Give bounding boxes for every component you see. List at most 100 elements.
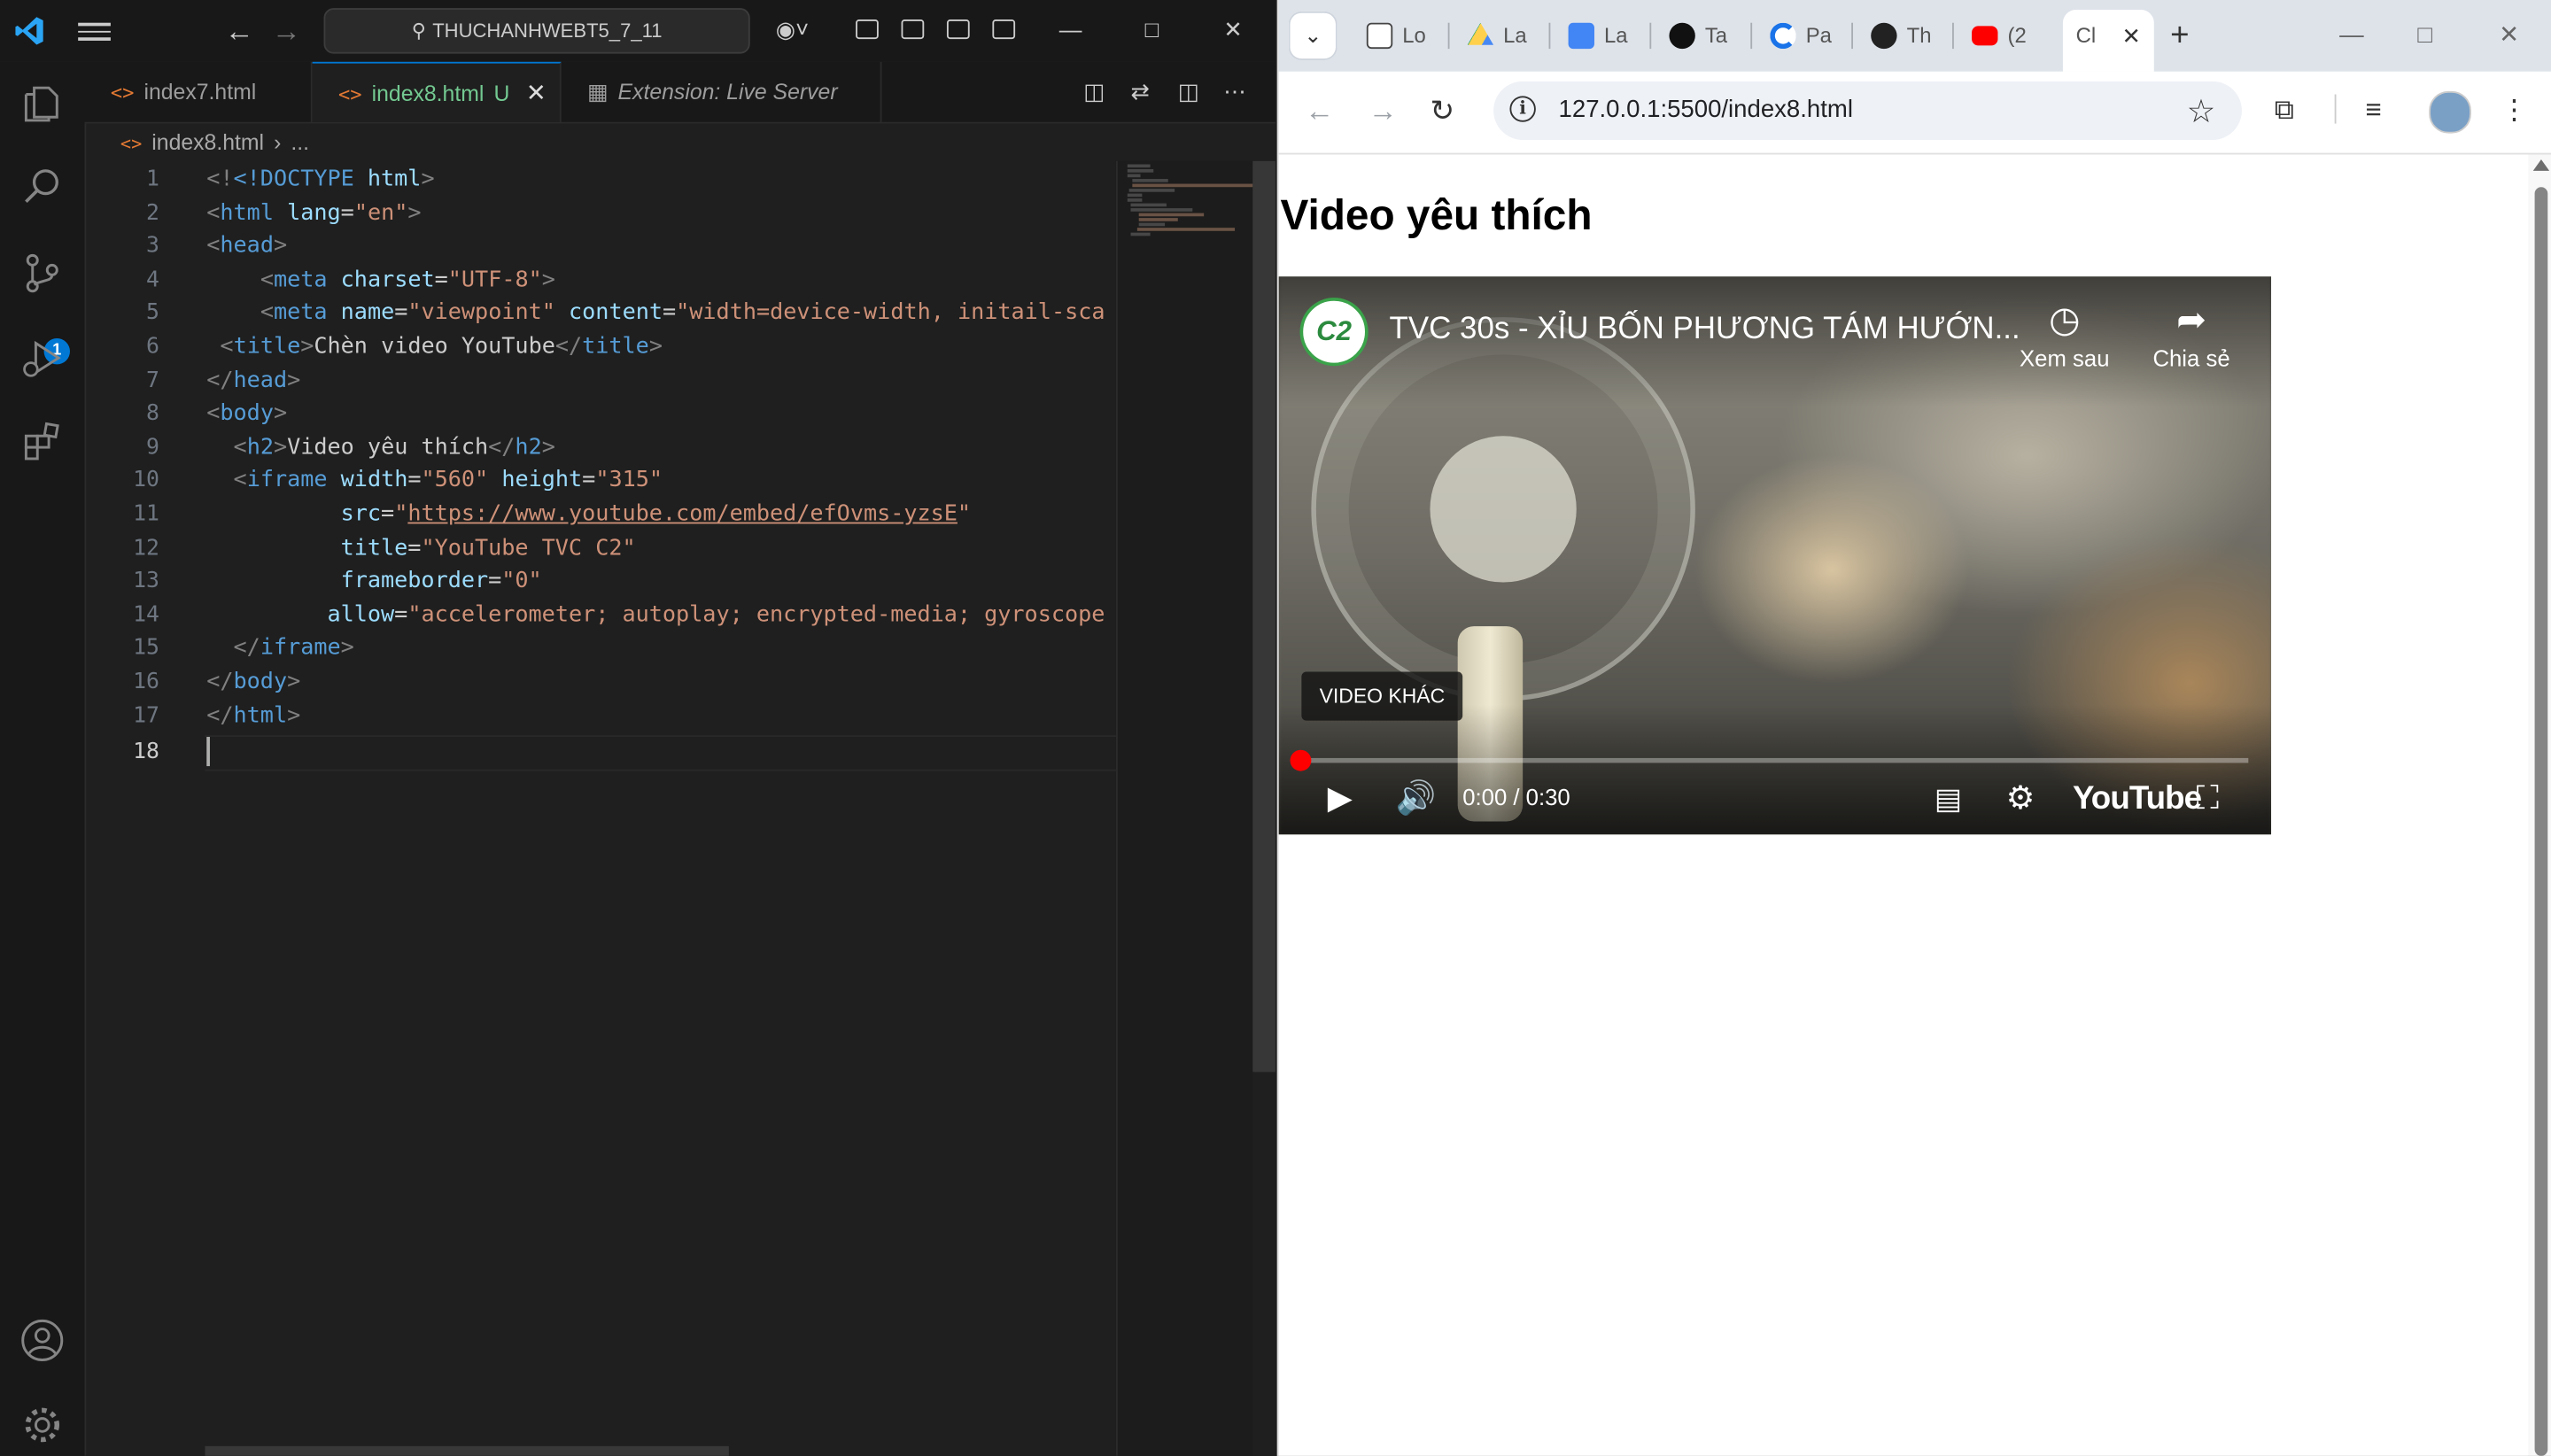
page-heading: Video yêu thích xyxy=(1280,190,1593,239)
site-info-icon[interactable]: i xyxy=(1509,96,1536,122)
scrollbar-thumb[interactable] xyxy=(2534,187,2548,1456)
compare-changes-icon[interactable]: ⇄ xyxy=(1131,78,1151,105)
code-line: <iframe width="560" height="315" xyxy=(233,467,663,494)
chrome-menu-icon[interactable]: ⋮ xyxy=(2501,95,2528,128)
bookmark-star-icon[interactable]: ☆ xyxy=(2187,91,2216,132)
minimize-icon[interactable]: — xyxy=(2339,16,2364,55)
browser-tab[interactable]: Lo xyxy=(1353,13,1448,58)
progress-scrubber[interactable] xyxy=(1290,749,1312,771)
code-line: title="YouTube TVC C2" xyxy=(340,534,636,561)
reading-list-icon[interactable]: ≡ xyxy=(2366,95,2382,128)
scroll-up-arrow-icon[interactable] xyxy=(2532,159,2550,171)
subtitles-icon[interactable]: ▤ xyxy=(1935,778,1962,820)
browser-tab[interactable]: Pa xyxy=(1757,13,1852,58)
iframe-src-link[interactable]: https://www.youtube.com/embed/efOvms-yzs… xyxy=(407,501,958,527)
vscode-title-bar: ← → ⚲ THUCHANHWEBT5_7_11 ◉˅ — □ ✕ xyxy=(0,0,1276,64)
tab-index8[interactable]: <> index8.html U ✕ xyxy=(312,61,562,122)
html-file-icon: <> xyxy=(338,82,362,106)
editor-vertical-scrollbar[interactable] xyxy=(1252,160,1276,1456)
html-file-icon: <> xyxy=(120,133,143,155)
tab-search-chevron-icon[interactable]: ⌄ xyxy=(1288,11,1338,60)
editor-horizontal-scrollbar[interactable] xyxy=(205,1445,729,1456)
vscode-logo-icon xyxy=(15,17,43,45)
reload-icon[interactable]: ↻ xyxy=(1430,93,1454,128)
close-tab-icon[interactable]: ✕ xyxy=(526,80,547,107)
volume-icon[interactable]: 🔊 xyxy=(1396,778,1437,820)
browser-tab-active[interactable]: Cl ✕ xyxy=(2062,10,2154,72)
minimize-icon[interactable]: — xyxy=(1054,13,1087,46)
editor-tab-bar: <> index7.html <> index8.html U ✕ ▦ Extension… xyxy=(84,61,1276,124)
browser-tab[interactable]: (2 xyxy=(1958,13,2053,58)
accounts-icon[interactable] xyxy=(19,1318,65,1363)
more-actions-icon[interactable]: ⋯ xyxy=(1223,78,1246,105)
more-videos-button[interactable]: VIDEO KHÁC xyxy=(1301,671,1463,721)
settings-gear-icon[interactable]: ⚙ xyxy=(2006,778,2035,820)
breadcrumb[interactable]: <> index8.html ›... xyxy=(85,125,310,160)
modified-indicator: U xyxy=(493,81,510,106)
workspace-name: THUCHANHWEBT5_7_11 xyxy=(432,19,663,43)
play-icon[interactable]: ▶ xyxy=(1328,778,1353,820)
back-arrow-icon[interactable]: ← xyxy=(1305,93,1334,128)
maximize-icon[interactable]: □ xyxy=(2417,16,2432,55)
layout-customize-icon[interactable] xyxy=(856,19,879,40)
channel-logo[interactable]: C2 xyxy=(1299,298,1369,367)
address-bar[interactable]: i 127.0.0.1:5500/index8.html ☆ xyxy=(1493,81,2242,140)
copilot-icon[interactable]: ◉˅ xyxy=(772,16,814,42)
browser-tab[interactable]: La xyxy=(1454,13,1549,58)
close-window-icon[interactable]: ✕ xyxy=(1217,13,1250,46)
code-line: <title>Chèn video YouTube</title> xyxy=(220,333,663,360)
video-title[interactable]: TVC 30s - XỈU BỐN PHƯƠNG TÁM HƯỚN... xyxy=(1390,313,2020,348)
browser-tab[interactable]: La xyxy=(1555,13,1650,58)
browser-toolbar: ← → ↻ i 127.0.0.1:5500/index8.html ☆ ⧉ ≡… xyxy=(1278,71,2551,155)
source-control-icon[interactable] xyxy=(19,251,65,296)
youtube-embed-player[interactable]: C2 TVC 30s - XỈU BỐN PHƯƠNG TÁM HƯỚN... … xyxy=(1278,276,2272,835)
code-line: </html> xyxy=(206,701,301,729)
split-editor-icon[interactable]: ◫ xyxy=(1178,78,1199,105)
minimap[interactable] xyxy=(1115,160,1255,1456)
activity-bar: 1 xyxy=(0,61,87,1456)
code-line: </body> xyxy=(206,668,301,695)
settings-gear-icon[interactable] xyxy=(19,1402,65,1447)
close-window-icon[interactable]: ✕ xyxy=(2499,16,2519,55)
watch-later-button[interactable]: ◷ Xem sau xyxy=(2007,296,2121,371)
fullscreen-icon[interactable]: ⛶ xyxy=(2197,778,2220,820)
scrollbar-thumb[interactable] xyxy=(1252,160,1276,1073)
search-icon[interactable] xyxy=(19,165,65,210)
forward-arrow-icon[interactable]: → xyxy=(272,15,301,48)
run-debug-icon[interactable] xyxy=(19,335,65,380)
command-center-search[interactable]: ⚲ THUCHANHWEBT5_7_11 xyxy=(323,8,750,54)
code-editor[interactable]: 1 <!<!DOCTYPE html> 2 <html lang="en"> 3 <h… xyxy=(85,163,1116,1456)
share-button[interactable]: ➦ Chia sẻ xyxy=(2135,296,2249,371)
profile-avatar[interactable] xyxy=(2429,90,2471,134)
toggle-primary-sidebar-icon[interactable] xyxy=(901,19,925,40)
extensions-icon[interactable] xyxy=(19,420,65,465)
clock-icon: ◷ xyxy=(2049,298,2081,340)
tab-live-server-extension[interactable]: ▦ Extension: Live Server xyxy=(562,61,882,122)
youtube-logo[interactable]: YouTube xyxy=(2073,781,2202,818)
code-line: </head> xyxy=(206,367,301,393)
forward-arrow-icon[interactable]: → xyxy=(1369,93,1398,128)
open-preview-icon[interactable]: ◫ xyxy=(1083,78,1105,105)
drive-icon xyxy=(1467,22,1494,45)
toggle-panel-icon[interactable] xyxy=(946,19,970,40)
toggle-secondary-sidebar-icon[interactable] xyxy=(992,19,1016,40)
new-tab-plus-icon[interactable]: + xyxy=(2170,16,2189,55)
line-number: 10 xyxy=(133,467,159,494)
back-arrow-icon[interactable]: ← xyxy=(224,15,253,48)
current-line-highlight xyxy=(205,735,1116,771)
extensions-puzzle-icon[interactable]: ⧉ xyxy=(2275,95,2294,128)
line-number: 18 xyxy=(133,738,159,765)
line-number: 6 xyxy=(146,333,159,360)
browser-tab[interactable]: Th xyxy=(1858,13,1953,58)
hamburger-menu-icon[interactable] xyxy=(78,18,111,43)
maximize-icon[interactable]: □ xyxy=(1136,13,1168,46)
progress-bar[interactable] xyxy=(1301,757,2249,763)
explorer-icon[interactable] xyxy=(19,81,65,127)
c-icon xyxy=(1770,22,1796,50)
browser-tab[interactable]: Ta xyxy=(1656,13,1751,58)
line-number: 4 xyxy=(146,266,159,293)
tab-index7[interactable]: <> index7.html xyxy=(85,61,313,122)
page-vertical-scrollbar[interactable] xyxy=(2528,154,2551,1456)
close-tab-icon[interactable]: ✕ xyxy=(2122,10,2142,62)
docs-icon xyxy=(1568,22,1594,50)
